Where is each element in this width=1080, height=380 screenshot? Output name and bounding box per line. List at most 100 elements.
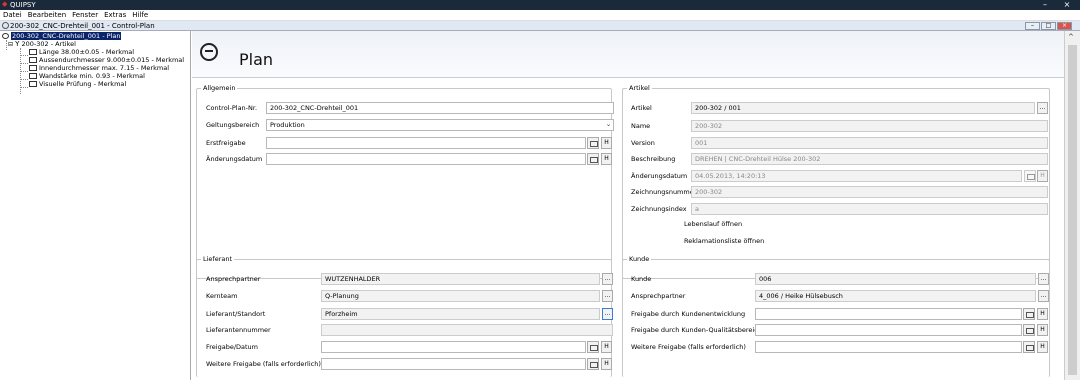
kunde-select-button[interactable]: ... <box>1038 273 1049 285</box>
kunde-ansprechpartner-label: Ansprechpartner <box>631 292 686 300</box>
calendar-icon[interactable] <box>1023 308 1035 320</box>
tree-item-article[interactable]: ⊟ Y 200-302 - Artikel <box>8 40 76 48</box>
tree-item-plan[interactable]: 200-302_CNC-Drehteil_001 - Plan <box>2 32 122 40</box>
freigabe-datum-field[interactable] <box>321 341 586 353</box>
navigation-tree: 200-302_CNC-Drehteil_001 - Plan ⊟ Y 200-… <box>0 31 191 380</box>
artikel-legend: Artikel <box>627 84 652 92</box>
document-title: 200-302_CNC-Drehteil_001 - Control-Plan <box>10 22 155 30</box>
erstfreigabe-label: Erstfreigabe <box>206 139 246 147</box>
calendar-icon[interactable] <box>1023 324 1035 336</box>
tree-item-feature[interactable]: Länge 38.00±0.05 - Merkmal <box>29 48 134 56</box>
control-plan-label: Control-Plan-Nr. <box>206 104 258 112</box>
erstfreigabe-field[interactable] <box>266 137 586 149</box>
minimize-button[interactable]: – <box>1036 0 1054 10</box>
kunde-weitere-freigabe-field[interactable] <box>755 341 1022 353</box>
calendar-icon <box>1024 170 1036 182</box>
kundenentwicklung-field[interactable] <box>755 308 1022 320</box>
control-plan-field[interactable]: 200-302_CNC-Drehteil_001 <box>266 102 614 114</box>
tree-item-feature[interactable]: Visuelle Prüfung - Merkmal <box>29 80 126 88</box>
doc-restore-button[interactable]: □ <box>1041 22 1056 30</box>
chevron-down-icon[interactable]: ⌄ <box>603 119 614 131</box>
aenderungsdatum-label: Änderungsdatum <box>206 155 263 163</box>
calendar-icon[interactable] <box>587 137 599 149</box>
kernteam-select-button[interactable]: ... <box>602 290 613 302</box>
aenderungsdatum-field[interactable] <box>266 153 586 165</box>
lieferant-group: Lieferant Ansprechpartner WUTZENHALDER .… <box>196 255 613 377</box>
feature-node-icon <box>29 81 37 87</box>
artikel-select-button[interactable]: ... <box>1037 102 1048 114</box>
h-button[interactable]: H <box>601 358 612 370</box>
zeichnungsindex-field: a <box>691 203 1048 215</box>
h-button[interactable]: H <box>1037 308 1048 320</box>
tree-item-feature[interactable]: Aussendurchmesser 9.000±0.015 - Merkmal <box>29 56 184 64</box>
standort-field[interactable]: Pforzheim <box>321 308 600 320</box>
menu-extras[interactable]: Extras <box>101 10 129 20</box>
standort-label: Lieferant/Standort <box>206 310 266 318</box>
menu-bearbeiten[interactable]: Bearbeiten <box>25 10 69 20</box>
h-button[interactable]: H <box>601 153 612 165</box>
menu-hilfe[interactable]: Hilfe <box>129 10 151 20</box>
kunde-weitere-freigabe-label: Weitere Freigabe (falls erforderlich) <box>631 343 746 351</box>
artikel-aenderungsdatum-label: Änderungsdatum <box>631 172 688 180</box>
artikel-aenderungsdatum-field: 04.05.2013, 14:20:13 <box>691 170 1022 182</box>
calendar-icon[interactable] <box>1023 341 1035 353</box>
lieferant-ansprechpartner-field[interactable]: WUTZENHALDER <box>321 273 600 285</box>
weitere-freigabe-field[interactable] <box>321 358 586 370</box>
menu-datei[interactable]: Datei <box>0 10 25 20</box>
tree-item-feature[interactable]: Innendurchmesser max. 7.15 - Merkmal <box>29 64 169 72</box>
zeichnungsindex-label: Zeichnungsindex <box>631 205 687 213</box>
version-field: 001 <box>691 137 1048 149</box>
kunde-ansprechpartner-field[interactable]: 4_006 / Heike Hülsebusch <box>755 290 1036 302</box>
h-button[interactable]: H <box>1037 341 1048 353</box>
name-field: 200-302 <box>691 120 1048 132</box>
steering-wheel-icon <box>200 43 218 61</box>
ansprechpartner-label: Ansprechpartner <box>206 275 261 283</box>
ansprechpartner-select-button[interactable]: ... <box>602 273 613 285</box>
expand-icon[interactable]: ⊟ <box>8 41 13 48</box>
document-titlebar: 200-302_CNC-Drehteil_001 - Control-Plan … <box>0 21 1080 31</box>
geltungsbereich-select[interactable]: Produktion <box>266 119 614 131</box>
plan-node-icon <box>2 33 9 39</box>
zeichnungsnummer-field: 200-302 <box>691 186 1048 198</box>
kundenentwicklung-label: Freigabe durch Kundenentwicklung <box>631 310 746 318</box>
reklamation-link[interactable]: Reklamationsliste öffnen <box>684 237 764 245</box>
geltungsbereich-label: Geltungsbereich <box>206 121 260 129</box>
menu-fenster[interactable]: Fenster <box>69 10 101 20</box>
kunden-qualitaet-field[interactable] <box>755 324 1022 336</box>
h-button[interactable]: H <box>601 137 612 149</box>
h-button[interactable]: H <box>1037 324 1048 336</box>
lieferant-legend: Lieferant <box>201 255 235 263</box>
close-button[interactable]: × <box>1058 0 1076 10</box>
window-titlebar: ◆ QUIPSY – × <box>0 0 1080 10</box>
page-title: Plan <box>239 50 274 69</box>
zeichnungsnummer-label: Zeichnungsnummer <box>631 188 697 196</box>
artikel-label: Artikel <box>631 104 652 112</box>
weitere-freigabe-label: Weitere Freigabe (falls erforderlich) <box>206 360 321 368</box>
calendar-icon[interactable] <box>587 341 599 353</box>
h-button[interactable]: H <box>601 341 612 353</box>
kernteam-field[interactable]: Q-Planung <box>321 290 600 302</box>
feature-node-icon <box>29 49 37 55</box>
menu-bar: Datei Bearbeiten Fenster Extras Hilfe <box>0 10 1080 21</box>
kunde-field[interactable]: 006 <box>755 273 1036 285</box>
tree-item-feature[interactable]: Wandstärke min. 0.93 - Merkmal <box>29 72 145 80</box>
vertical-scrollbar[interactable]: ^ <box>1064 31 1080 380</box>
beschreibung-field: DREHEN | CNC-Drehteil Hülse 200-302 <box>691 153 1048 165</box>
lieferantennummer-field[interactable] <box>321 324 613 336</box>
doc-minimize-button[interactable]: – <box>1025 22 1040 30</box>
feature-node-icon <box>29 65 37 71</box>
calendar-icon[interactable] <box>587 153 599 165</box>
standort-select-button[interactable]: ... <box>602 308 613 320</box>
feature-node-icon <box>29 73 37 79</box>
scroll-up-icon[interactable]: ^ <box>1068 33 1074 41</box>
scrollbar-thumb[interactable] <box>1068 45 1077 375</box>
artikel-field[interactable]: 200-302 / 001 <box>691 102 1035 114</box>
article-node-icon: Y <box>15 40 20 48</box>
lebenslauf-link[interactable]: Lebenslauf öffnen <box>684 220 742 228</box>
doc-close-button[interactable]: × <box>1057 22 1072 30</box>
kunde-label: Kunde <box>631 275 652 283</box>
calendar-icon[interactable] <box>587 358 599 370</box>
allgemein-legend: Allgemein <box>201 84 238 92</box>
kunde-ansprechpartner-select-button[interactable]: ... <box>1038 290 1049 302</box>
lieferantennummer-label: Lieferantennummer <box>206 326 271 334</box>
